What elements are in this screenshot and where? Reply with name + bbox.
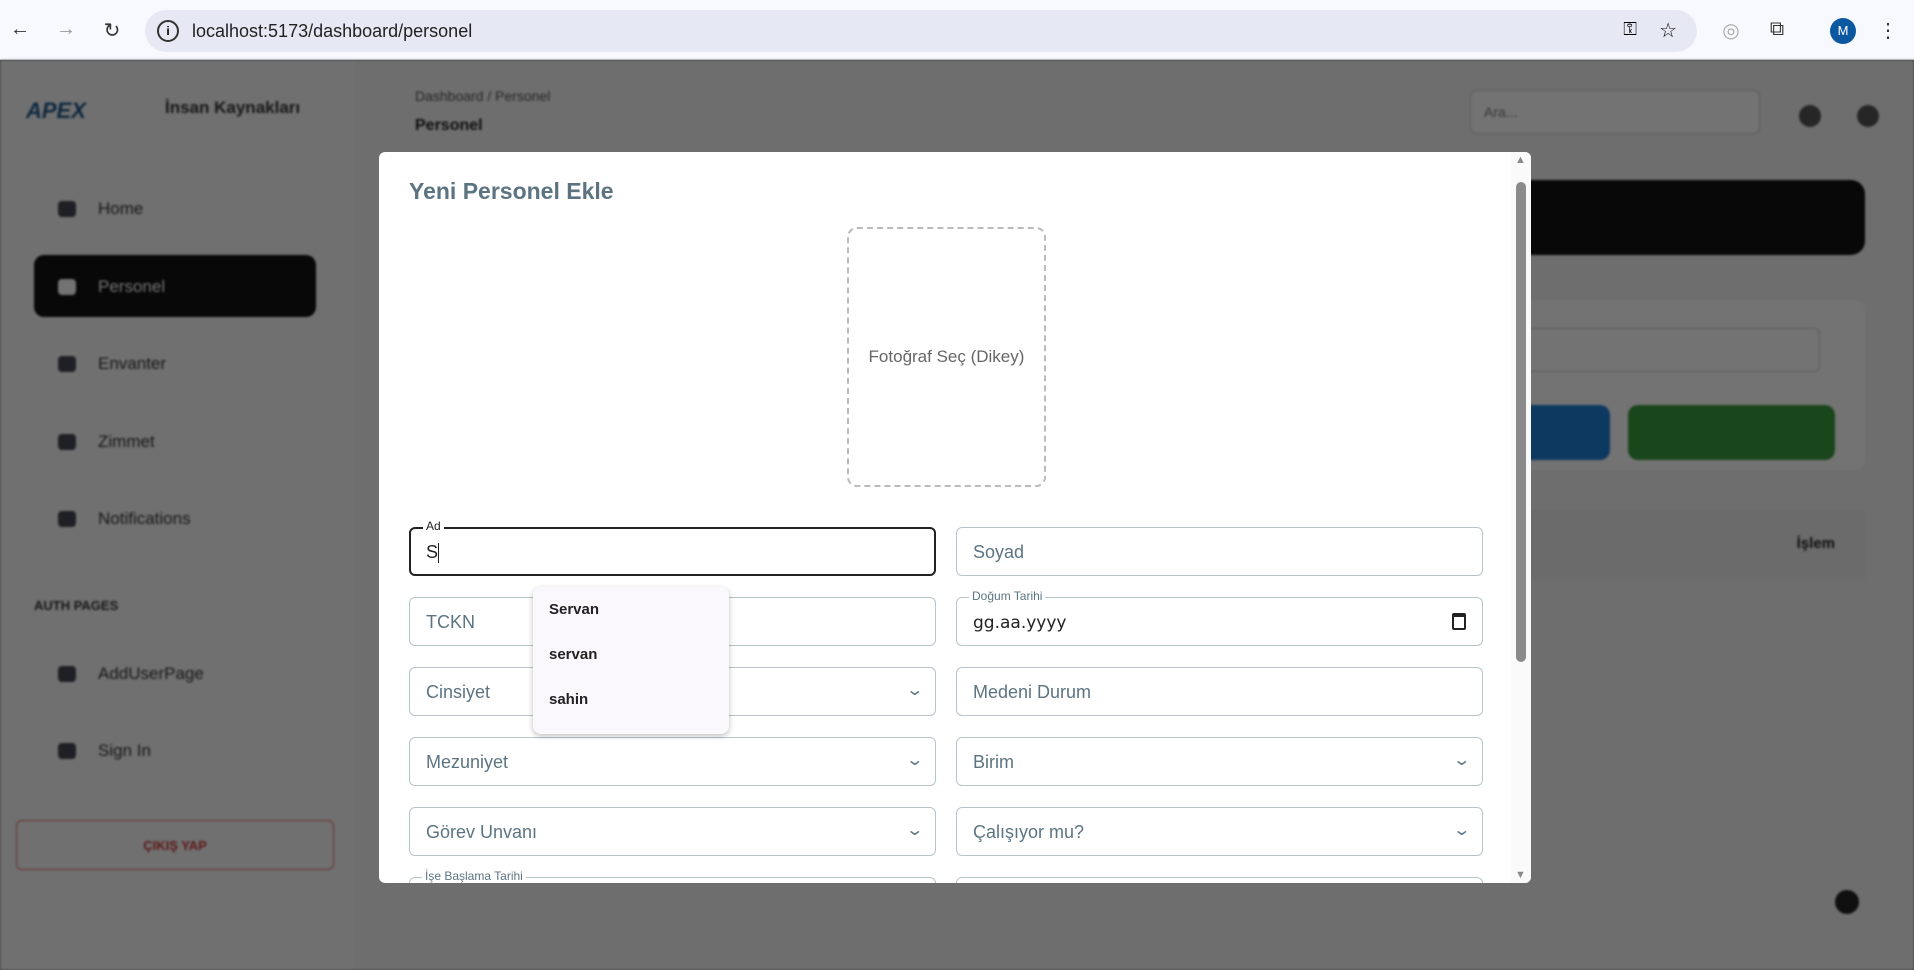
bell-icon — [58, 511, 76, 527]
add-personel-modal: Yeni Personel Ekle Fotoğraf Seç (Dikey) … — [379, 152, 1531, 883]
search-input[interactable]: Ara... — [1470, 90, 1760, 134]
birim-placeholder: Birim — [973, 752, 1014, 772]
header-banner — [1500, 180, 1865, 255]
dogum-tarihi-field[interactable]: Doğum Tarihi gg.aa.yyyy — [956, 589, 1483, 646]
assignment-icon — [58, 434, 76, 450]
chevron-down-icon: ⌄ — [904, 822, 924, 839]
logo: APEX — [26, 98, 86, 123]
sidebar-item-envanter[interactable]: Envanter — [34, 332, 316, 394]
sidebar-item-adduser[interactable]: AddUserPage — [34, 642, 316, 704]
calendar-icon[interactable] — [1452, 613, 1466, 630]
sidebar-item-label: Sign In — [98, 741, 151, 760]
tckn-placeholder: TCKN — [426, 612, 475, 632]
home-icon — [58, 201, 76, 217]
sidebar: APEX İnsan Kaynakları Home Personel Enva… — [0, 60, 355, 970]
auth-section-heading: AUTH PAGES — [34, 598, 119, 613]
next-field[interactable] — [956, 877, 1483, 883]
sidebar-item-label: Home — [98, 199, 144, 218]
autocomplete-dropdown: Servan servan sahin — [533, 587, 729, 734]
filter-select[interactable] — [1520, 328, 1820, 372]
chevron-down-icon: ⌄ — [904, 752, 924, 769]
sidebar-item-label: AddUserPage — [98, 664, 204, 683]
key-icon[interactable]: ⚿ — [1623, 19, 1637, 40]
chevron-down-icon: ⌄ — [1451, 752, 1471, 769]
menu-icon[interactable]: ⋮ — [1876, 18, 1900, 43]
site-info-icon[interactable]: i — [157, 20, 179, 42]
user-add-icon — [58, 666, 76, 682]
sidebar-item-home[interactable]: Home — [34, 177, 316, 239]
gorev-placeholder: Görev Unvanı — [426, 822, 538, 842]
signin-icon — [58, 743, 76, 759]
filter-button[interactable] — [1520, 405, 1610, 460]
sidebar-item-signin[interactable]: Sign In — [34, 719, 316, 781]
reload-icon[interactable]: ↻ — [100, 18, 124, 43]
ise-baslama-tarihi-field[interactable]: İşe Başlama Tarihi — [409, 869, 936, 883]
modal-scrollbar[interactable]: ▲ ▼ — [1511, 152, 1531, 883]
table-header-actions: İşlem — [1500, 510, 1865, 580]
sidebar-item-zimmet[interactable]: Zimmet — [34, 410, 316, 472]
breadcrumb: Dashboard / Personel — [415, 88, 551, 104]
profile-avatar[interactable]: M — [1830, 18, 1856, 44]
ise-baslama-label: İşe Başlama Tarihi — [422, 869, 526, 883]
autocomplete-option[interactable]: Servan — [533, 587, 729, 632]
calisiyor-select[interactable]: Çalışıyor mu? ⌄ — [956, 807, 1483, 856]
page-title: Personel — [415, 117, 483, 134]
soyad-field[interactable]: Soyad — [956, 527, 1483, 576]
modal-title: Yeni Personel Ekle — [409, 178, 614, 204]
photo-upload-label: Fotoğraf Seç (Dikey) — [868, 347, 1025, 366]
calisiyor-placeholder: Çalışıyor mu? — [973, 822, 1085, 842]
mezuniyet-placeholder: Mezuniyet — [426, 752, 509, 772]
chevron-down-icon: ⌄ — [1451, 822, 1471, 839]
sidebar-item-label: Personel — [98, 277, 166, 296]
mezuniyet-select[interactable]: Mezuniyet ⌄ — [409, 737, 936, 786]
notification-icon[interactable] — [1857, 105, 1879, 127]
sidebar-item-personel[interactable]: Personel — [34, 255, 316, 317]
dogum-value: gg.aa.yyyy — [973, 613, 1067, 633]
extensions-puzzle-icon[interactable]: ⧉ — [1765, 18, 1789, 41]
address-bar[interactable]: i localhost:5173/dashboard/personel ⚿ ☆ — [145, 10, 1697, 52]
ad-label: Ad — [423, 519, 444, 533]
settings-icon[interactable] — [1799, 105, 1821, 127]
medeni-placeholder: Medeni Durum — [973, 682, 1092, 702]
person-icon — [58, 279, 76, 295]
url-text[interactable]: localhost:5173/dashboard/personel — [192, 21, 472, 42]
autocomplete-option[interactable]: sahin — [533, 677, 729, 722]
star-icon[interactable]: ☆ — [1659, 18, 1677, 43]
soyad-placeholder: Soyad — [973, 542, 1025, 562]
gorev-unvani-select[interactable]: Görev Unvanı ⌄ — [409, 807, 936, 856]
add-personel-button[interactable] — [1628, 405, 1835, 460]
ad-field[interactable]: Ad S — [409, 519, 936, 576]
cinsiyet-placeholder: Cinsiyet — [426, 682, 491, 702]
sidebar-item-label: Zimmet — [98, 432, 155, 451]
logout-button[interactable]: ÇIKIŞ YAP — [16, 820, 334, 870]
help-icon[interactable] — [1835, 890, 1859, 914]
autocomplete-option[interactable]: servan — [533, 632, 729, 677]
scroll-down-icon[interactable]: ▼ — [1515, 869, 1526, 881]
sidebar-item-label: Notifications — [98, 509, 191, 528]
browser-toolbar: ← → ↻ i localhost:5173/dashboard/persone… — [0, 0, 1914, 60]
chevron-down-icon: ⌄ — [904, 682, 924, 699]
ad-value: S — [426, 542, 439, 562]
scrollbar-thumb[interactable] — [1516, 182, 1526, 662]
dogum-label: Doğum Tarihi — [969, 589, 1046, 603]
extension-icon[interactable]: ◎ — [1719, 18, 1743, 43]
sidebar-item-label: Envanter — [98, 354, 167, 373]
forward-icon[interactable]: → — [54, 18, 78, 41]
photo-upload[interactable]: Fotoğraf Seç (Dikey) — [847, 227, 1046, 487]
scroll-up-icon[interactable]: ▲ — [1515, 154, 1526, 166]
medeni-durum-field[interactable]: Medeni Durum — [956, 667, 1483, 716]
inventory-icon — [58, 356, 76, 372]
sidebar-item-notifications[interactable]: Notifications — [34, 487, 316, 549]
brand-name: İnsan Kaynakları — [165, 98, 301, 117]
birim-select[interactable]: Birim ⌄ — [956, 737, 1483, 786]
back-icon[interactable]: ← — [8, 18, 32, 41]
